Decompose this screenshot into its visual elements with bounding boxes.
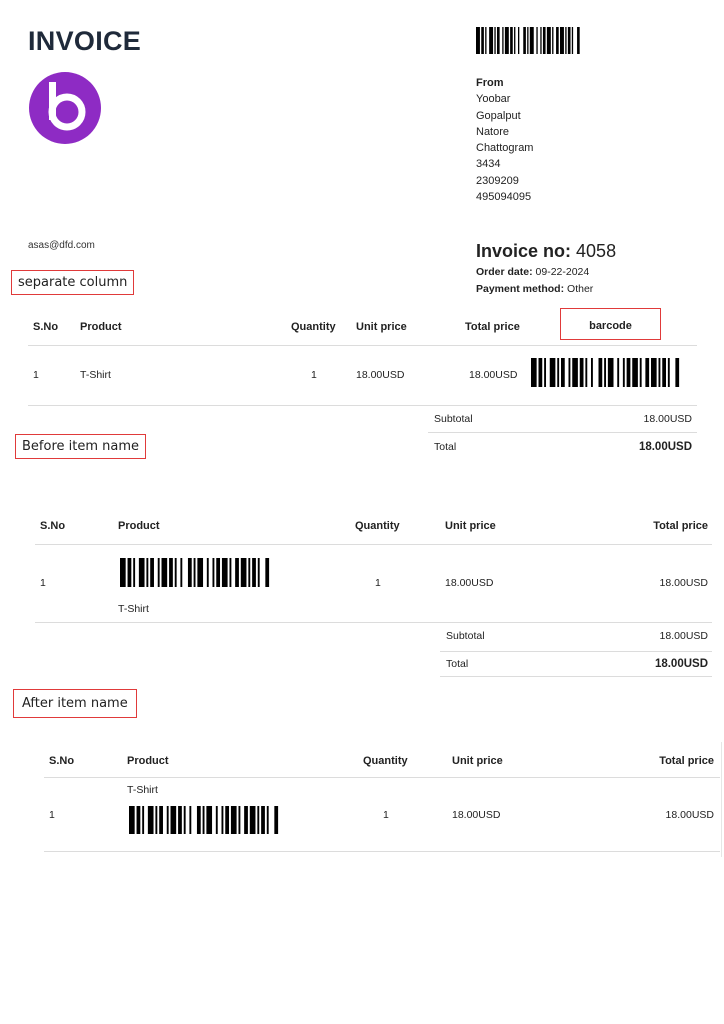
- t2-subtotal-divider: [440, 651, 712, 652]
- t1-total-label: Total: [434, 441, 457, 453]
- t1-row-total-price: 18.00USD: [469, 369, 517, 381]
- t2-header-quantity: Quantity: [355, 520, 400, 532]
- t2-row-unit-price: 18.00USD: [445, 577, 494, 589]
- from-line: Gopalput: [476, 109, 521, 122]
- from-address: From Yoobar Gopalput Natore Chattogram 3…: [476, 75, 533, 205]
- t1-barcode-header-box: barcode: [560, 308, 661, 340]
- t2-subtotal-value: 18.00USD: [659, 630, 708, 642]
- t3-header-sno: S.No: [49, 755, 75, 767]
- t3-header-product: Product: [127, 755, 169, 767]
- order-date-value: 09-22-2024: [535, 266, 590, 278]
- t3-row-unit-price: 18.00USD: [452, 809, 501, 821]
- t3-row-barcode-icon: [129, 806, 279, 834]
- t1-subtotal-divider: [428, 432, 697, 433]
- order-date: Order date: 09-22-2024: [476, 266, 589, 278]
- t1-row-quantity: 1: [311, 369, 317, 381]
- t1-header-product: Product: [80, 321, 122, 333]
- invoice-title: INVOICE: [28, 26, 142, 56]
- t2-total-value: 18.00USD: [654, 658, 708, 670]
- from-label: From: [476, 77, 504, 89]
- t3-row-divider: [44, 851, 720, 852]
- t2-total-divider: [440, 676, 712, 677]
- from-line: 495094095: [476, 191, 532, 204]
- t2-row-sno: 1: [40, 577, 46, 589]
- t1-row-divider: [28, 405, 697, 406]
- from-line: Yoobar: [476, 93, 511, 106]
- customer-email: asas@dfd.com: [28, 240, 95, 251]
- t1-subtotal-label: Subtotal: [434, 413, 473, 425]
- t1-header-total-price: Total price: [465, 321, 520, 333]
- t2-total-label: Total: [446, 658, 469, 670]
- invoice-number-value: 4058: [576, 241, 617, 261]
- t2-row-total-price: 18.00USD: [659, 577, 708, 589]
- t3-header-divider: [44, 777, 720, 778]
- t1-total-value: 18.00USD: [638, 441, 692, 453]
- t3-header-unit-price: Unit price: [452, 755, 503, 767]
- t2-header-product: Product: [118, 520, 160, 532]
- t1-row-sno: 1: [33, 369, 39, 381]
- t2-row-barcode-icon: [120, 558, 270, 587]
- invoice-number: Invoice no: 4058: [476, 241, 616, 262]
- t1-header-barcode: barcode: [589, 320, 632, 332]
- t3-row-sno: 1: [49, 809, 55, 821]
- t1-row-product: T-Shirt: [80, 369, 111, 381]
- t1-row-unit-price: 18.00USD: [356, 369, 405, 381]
- header-barcode-icon: [476, 27, 580, 54]
- t3-header-quantity: Quantity: [363, 755, 408, 767]
- payment-method-value: Other: [567, 283, 594, 295]
- t3-row-total-price: 18.00USD: [665, 809, 714, 821]
- t1-header-sno: S.No: [33, 321, 59, 333]
- from-line: 3434: [476, 158, 501, 171]
- callout-before-item-name: Before item name: [15, 434, 147, 459]
- t2-header-divider: [35, 544, 712, 545]
- invoice-number-label: Invoice no:: [476, 241, 572, 261]
- t3-right-edge: [721, 742, 722, 857]
- t3-header-total-price: Total price: [659, 755, 714, 767]
- t1-row-barcode-icon: [531, 358, 680, 387]
- callout-after-item-name: After item name: [13, 689, 137, 718]
- t2-header-unit-price: Unit price: [445, 520, 496, 532]
- order-date-label: Order date:: [476, 266, 533, 278]
- t3-row-quantity: 1: [383, 809, 389, 821]
- t1-header-quantity: Quantity: [291, 321, 336, 333]
- from-line: Natore: [476, 125, 510, 138]
- t2-row-divider: [35, 622, 712, 623]
- t2-row-product: T-Shirt: [118, 603, 149, 615]
- payment-method: Payment method: Other: [476, 283, 593, 295]
- t2-header-sno: S.No: [40, 520, 66, 532]
- t2-row-quantity: 1: [375, 577, 381, 589]
- from-line: 2309209: [476, 174, 519, 187]
- t3-row-product: T-Shirt: [127, 784, 158, 796]
- t1-header-divider: [28, 345, 697, 346]
- payment-method-label: Payment method:: [476, 283, 565, 295]
- from-line: Chattogram: [476, 142, 534, 155]
- t2-header-total-price: Total price: [653, 520, 708, 532]
- t2-subtotal-label: Subtotal: [446, 630, 485, 642]
- callout-separate-column: separate column: [11, 270, 135, 295]
- company-logo-icon: [29, 72, 101, 144]
- t1-header-unit-price: Unit price: [356, 321, 407, 333]
- t1-subtotal-value: 18.00USD: [643, 413, 692, 425]
